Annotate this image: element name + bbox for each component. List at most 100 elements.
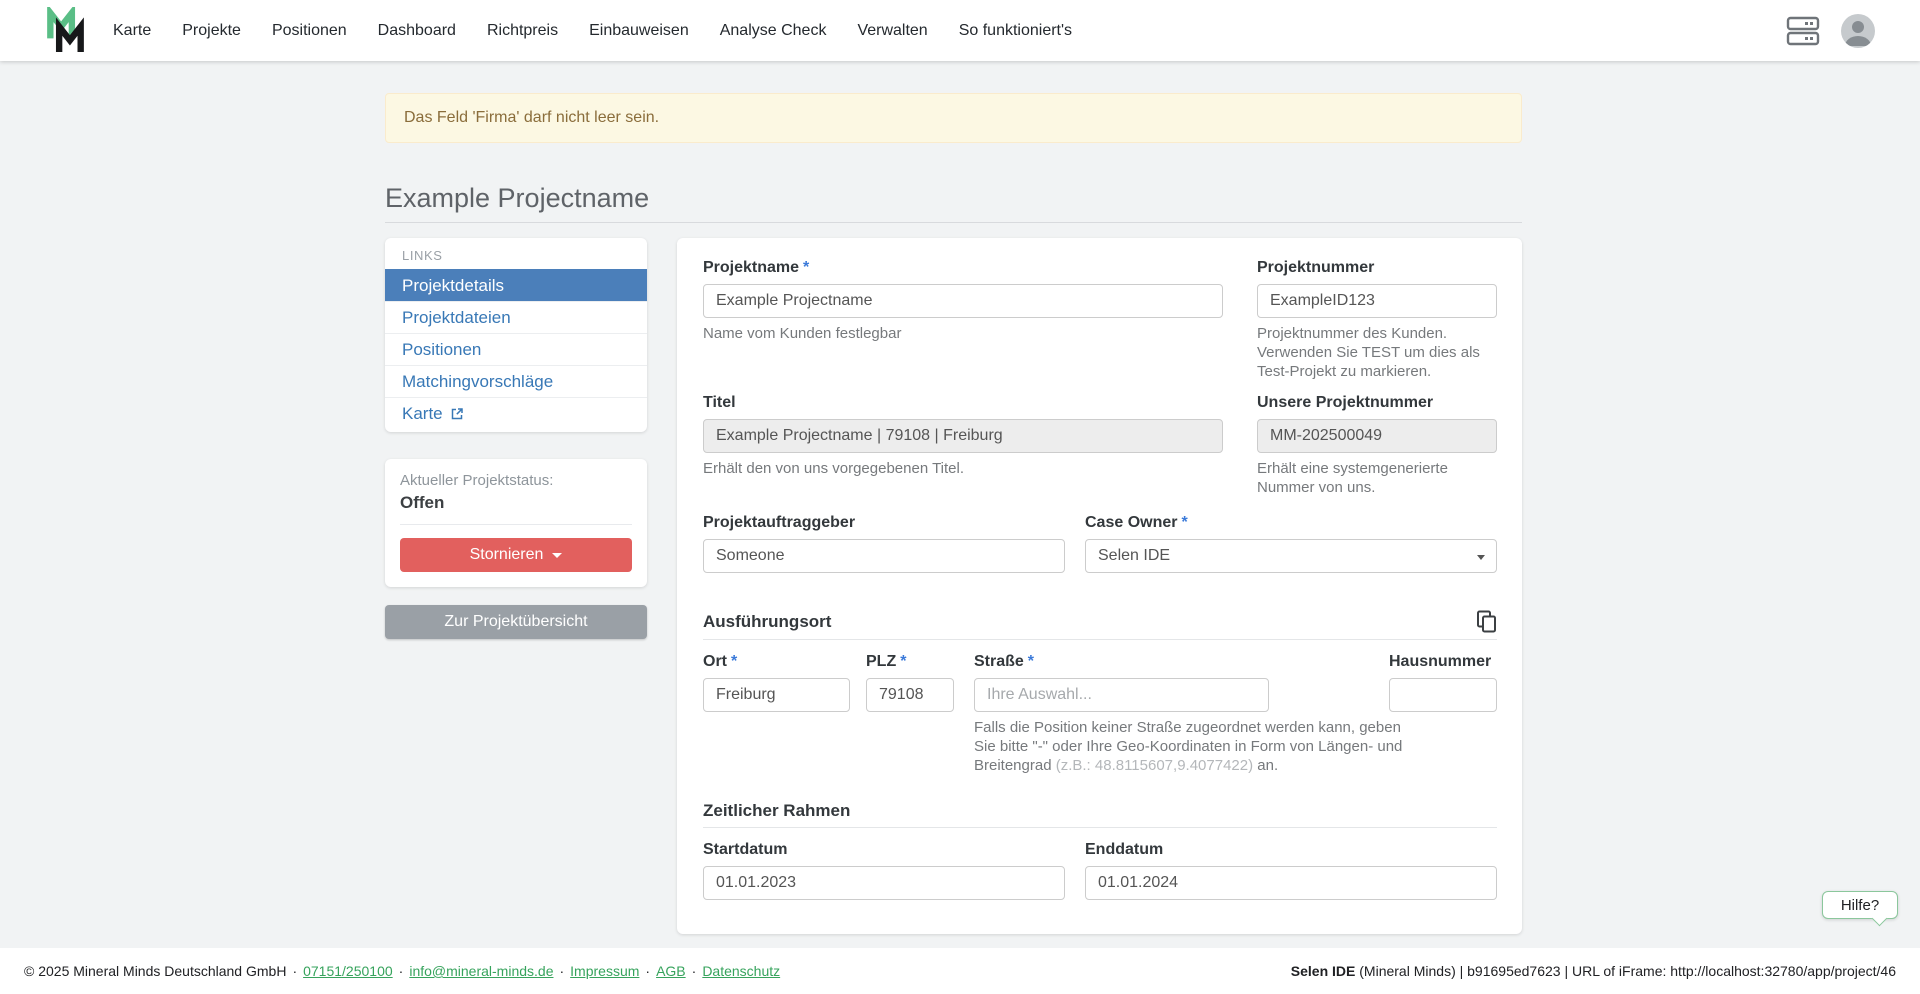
zur-projektuebersicht-button[interactable]: Zur Projektübersicht [385,605,647,639]
footer-left: © 2025 Mineral Minds Deutschland GmbH · … [24,963,780,979]
projektnummer-field-group: Projektnummer Projektnummer des Kunden. … [1257,258,1497,381]
zeitlicher-rahmen-section-title: Zeitlicher Rahmen [703,801,1497,821]
enddatum-label: Enddatum [1085,840,1497,859]
sidebar-item-label: Projektdetails [402,275,504,296]
nav-item-einbauweisen[interactable]: Einbauweisen [589,22,689,40]
ausfuehrungsort-section-title: Ausführungsort [703,612,831,632]
strasse-label: Straße* [974,652,1269,671]
hausnummer-field-group: Hausnummer [1389,652,1497,712]
ort-label: Ort* [703,652,850,671]
warning-alert-text: Das Feld 'Firma' darf nicht leer sein. [404,109,659,127]
titel-helper: Erhält den von uns vorgegebenen Titel. [703,459,1223,478]
projektnummer-label: Projektnummer [1257,258,1497,277]
required-marker: * [731,653,737,670]
app-page: Karte Projekte Positionen Dashboard Rich… [0,0,1920,994]
external-link-icon [450,407,464,421]
plz-field-group: PLZ* [866,652,954,712]
footer-link-phone[interactable]: 07151/250100 [303,963,393,979]
ort-field-group: Ort* [703,652,850,712]
sidebar-item-label: Projektdateien [402,307,511,328]
hilfe-button-label: Hilfe? [1841,897,1879,914]
projektname-input[interactable] [703,284,1223,318]
footer-copyright: © 2025 Mineral Minds Deutschland GmbH [24,963,286,979]
sidebar-item-projektdateien[interactable]: Projektdateien [385,301,647,333]
nav-item-so-funktionierts[interactable]: So funktioniert's [959,22,1072,40]
enddatum-input[interactable] [1085,866,1497,900]
sidebar: LINKS Projektdetails Projektdateien Posi… [385,238,647,639]
required-marker: * [1181,514,1187,531]
plz-input[interactable] [866,678,954,712]
required-marker: * [803,259,809,276]
strasse-helper-example: (z.B.: 48.8115607,9.4077422) [1056,757,1253,774]
server-stack-icon[interactable] [1786,16,1820,46]
nav-item-karte[interactable]: Karte [113,22,151,40]
status-value: Offen [400,493,632,513]
hausnummer-input[interactable] [1389,678,1497,712]
footer-session-info: (Mineral Minds) | b91695ed7623 | URL of … [1355,963,1896,979]
nav-item-dashboard[interactable]: Dashboard [378,22,456,40]
stornieren-button-label: Stornieren [470,546,544,564]
projektnummer-input[interactable] [1257,284,1497,318]
status-label: Aktueller Projektstatus: [400,472,632,489]
startdatum-field-group: Startdatum [703,840,1065,900]
titel-input [703,419,1223,453]
ausfuehrungsort-section: Ausführungsort Ort* [703,610,1497,775]
sidebar-item-projektdetails[interactable]: Projektdetails [385,269,647,301]
section-divider [703,639,1497,640]
zur-projektuebersicht-label: Zur Projektübersicht [444,613,587,631]
footer: © 2025 Mineral Minds Deutschland GmbH · … [0,948,1920,994]
nav-item-positionen[interactable]: Positionen [272,22,347,40]
status-divider [400,524,632,525]
strasse-helper: Falls die Position keiner Straße zugeord… [974,718,1419,775]
strasse-input[interactable] [974,678,1269,712]
titel-field-group: Titel Erhält den von uns vorgegebenen Ti… [703,393,1223,497]
case-owner-label: Case Owner* [1085,513,1497,532]
topbar-actions [1786,0,1876,61]
required-marker: * [900,653,906,670]
copy-icon [1476,610,1497,633]
links-card-header: LINKS [385,238,647,269]
links-card: LINKS Projektdetails Projektdateien Posi… [385,238,647,432]
case-owner-select[interactable]: Selen IDE [1085,539,1497,573]
sidebar-item-karte[interactable]: Karte [385,397,647,429]
enddatum-field-group: Enddatum [1085,840,1497,900]
select-caret-icon [1477,555,1485,560]
nav-item-verwalten[interactable]: Verwalten [857,22,927,40]
sidebar-item-positionen[interactable]: Positionen [385,333,647,365]
ort-input[interactable] [703,678,850,712]
projektauftraggeber-input[interactable] [703,539,1065,573]
sidebar-item-matchingvorschlaege[interactable]: Matchingvorschläge [385,365,647,397]
stornieren-button[interactable]: Stornieren [400,538,632,572]
chevron-down-icon [552,553,562,558]
unsere-projektnummer-field-group: Unsere Projektnummer Erhält eine systemg… [1257,393,1497,497]
plz-label: PLZ* [866,652,954,671]
brand-logo-icon [47,7,85,54]
projektname-label: Projektname* [703,258,1223,277]
projektauftraggeber-label: Projektauftraggeber [703,513,1065,532]
footer-link-email[interactable]: info@mineral-minds.de [409,963,553,979]
footer-link-impressum[interactable]: Impressum [570,963,639,979]
nav-item-richtpreis[interactable]: Richtpreis [487,22,558,40]
hausnummer-label: Hausnummer [1389,652,1497,671]
top-navigation-bar: Karte Projekte Positionen Dashboard Rich… [0,0,1920,61]
required-marker: * [1028,653,1034,670]
nav-item-analyse-check[interactable]: Analyse Check [720,22,827,40]
nav-item-projekte[interactable]: Projekte [182,22,241,40]
strasse-field-group: Straße* [974,652,1269,712]
footer-link-agb[interactable]: AGB [656,963,686,979]
startdatum-input[interactable] [703,866,1065,900]
projektname-field-group: Projektname* Name vom Kunden festlegbar [703,258,1223,381]
hilfe-button[interactable]: Hilfe? [1822,891,1898,919]
zeitlicher-rahmen-section: Zeitlicher Rahmen Startdatum Enddatum [703,801,1497,900]
projektnummer-helper: Projektnummer des Kunden. Verwenden Sie … [1257,324,1497,381]
sidebar-item-label: Positionen [402,339,481,360]
user-avatar-icon[interactable] [1840,13,1876,49]
footer-right: Selen IDE (Mineral Minds) | b91695ed7623… [1291,963,1896,979]
titel-label: Titel [703,393,1223,412]
mineral-minds-logo[interactable] [47,7,85,54]
project-status-card: Aktueller Projektstatus: Offen Storniere… [385,459,647,587]
section-divider [703,827,1497,828]
footer-link-datenschutz[interactable]: Datenschutz [702,963,780,979]
copy-address-button[interactable] [1476,610,1497,633]
unsere-projektnummer-input [1257,419,1497,453]
